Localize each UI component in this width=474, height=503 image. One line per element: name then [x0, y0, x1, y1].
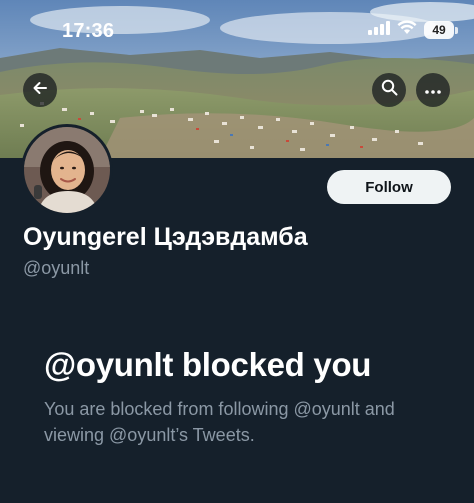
battery-level: 49	[424, 21, 454, 39]
cellular-signal-icon	[368, 20, 390, 40]
blocked-title: @oyunlt blocked you	[44, 346, 372, 383]
more-options-button[interactable]	[416, 73, 450, 107]
profile-handle: @oyunlt	[23, 258, 90, 278]
profile-display-name: Oyungerel Цэдэвдамба	[23, 223, 308, 251]
profile-screen: 17:36 49 Follow Oyungerel Цэдэвдамба @oy…	[0, 0, 474, 503]
search-button[interactable]	[372, 73, 406, 107]
follow-button[interactable]: Follow	[327, 170, 451, 204]
wifi-icon	[397, 20, 417, 40]
back-button[interactable]	[23, 73, 57, 107]
arrow-left-icon	[32, 80, 48, 101]
status-icons: 49	[368, 20, 458, 40]
avatar[interactable]	[21, 124, 113, 216]
blocked-message: You are blocked from following @oyunlt a…	[44, 399, 395, 445]
status-time: 17:36	[62, 20, 115, 42]
search-icon	[381, 79, 398, 101]
battery-icon: 49	[424, 21, 458, 39]
more-horizontal-icon	[425, 81, 441, 99]
avatar-photo	[24, 127, 110, 213]
